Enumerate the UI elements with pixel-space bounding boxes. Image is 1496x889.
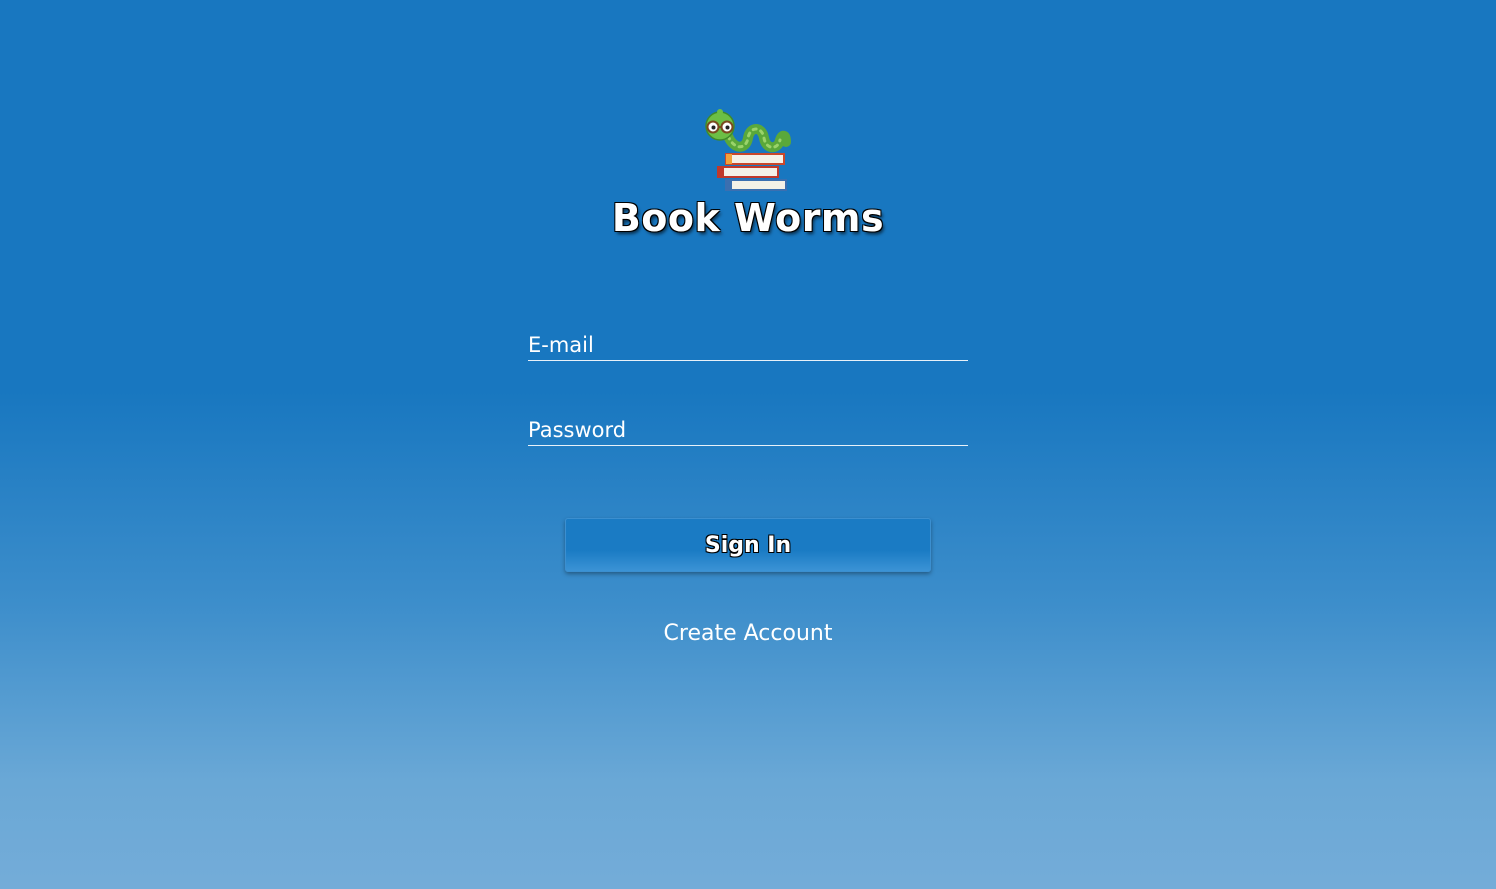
password-field[interactable] [528,418,968,446]
sign-in-button[interactable]: Sign In [565,518,931,572]
create-account-link[interactable]: Create Account [0,621,1496,646]
email-input[interactable] [528,333,968,360]
app-title: Book Worms [611,196,885,240]
email-field[interactable] [528,333,968,361]
password-input[interactable] [528,418,968,445]
bookworm-logo-icon [700,106,796,196]
